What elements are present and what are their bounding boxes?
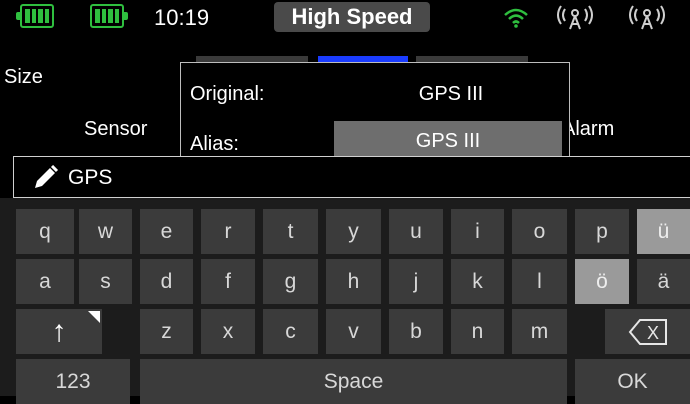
key-k[interactable]: k bbox=[451, 259, 504, 304]
antenna-icon bbox=[557, 5, 593, 30]
key-m[interactable]: m bbox=[512, 309, 567, 354]
key-y[interactable]: y bbox=[326, 209, 381, 254]
input-text: GPS bbox=[68, 166, 113, 189]
key-a-umlaut[interactable]: ä bbox=[637, 259, 690, 304]
backspace-key[interactable]: X bbox=[605, 309, 690, 354]
alias-label: Alias: bbox=[190, 133, 239, 155]
key-a[interactable]: a bbox=[16, 259, 74, 304]
original-label: Original: bbox=[190, 83, 265, 105]
battery-icon bbox=[90, 4, 128, 28]
original-value: GPS III bbox=[418, 83, 484, 105]
key-d[interactable]: d bbox=[140, 259, 193, 304]
wifi-icon bbox=[504, 8, 528, 28]
key-q[interactable]: q bbox=[16, 209, 74, 254]
alias-value: GPS III bbox=[415, 130, 481, 152]
key-z[interactable]: z bbox=[140, 309, 193, 354]
key-v[interactable]: v bbox=[326, 309, 381, 354]
shift-lock-indicator bbox=[88, 311, 100, 323]
key-u[interactable]: u bbox=[389, 209, 443, 254]
svg-text:X: X bbox=[646, 323, 658, 343]
key-o[interactable]: o bbox=[512, 209, 567, 254]
key-f[interactable]: f bbox=[201, 259, 255, 304]
key-r[interactable]: r bbox=[201, 209, 255, 254]
alias-field[interactable]: GPS III bbox=[334, 121, 562, 157]
speed-mode-badge[interactable]: High Speed bbox=[274, 2, 430, 32]
pencil-icon bbox=[35, 165, 59, 188]
size-label: Size bbox=[4, 66, 43, 88]
key-p[interactable]: p bbox=[575, 209, 629, 254]
ok-key[interactable]: OK bbox=[575, 359, 690, 404]
key-w[interactable]: w bbox=[79, 209, 132, 254]
key-o-umlaut[interactable]: ö bbox=[575, 259, 629, 304]
key-u-umlaut[interactable]: ü bbox=[637, 209, 690, 254]
sensor-label: Sensor bbox=[84, 118, 148, 140]
key-c[interactable]: c bbox=[263, 309, 318, 354]
shift-key[interactable]: ↑ bbox=[16, 309, 102, 354]
name-popup: Original: GPS III Alias: GPS III bbox=[180, 62, 570, 157]
clock: 10:19 bbox=[154, 5, 210, 30]
key-b[interactable]: b bbox=[389, 309, 443, 354]
key-t[interactable]: t bbox=[263, 209, 318, 254]
key-n[interactable]: n bbox=[451, 309, 504, 354]
battery-icon bbox=[16, 4, 54, 28]
key-s[interactable]: s bbox=[79, 259, 132, 304]
keyboard: q w e r t y u i o p ü a s d f g h j k l … bbox=[0, 198, 690, 404]
key-g[interactable]: g bbox=[263, 259, 318, 304]
text-input[interactable]: GPS bbox=[13, 156, 690, 198]
key-j[interactable]: j bbox=[389, 259, 443, 304]
key-l[interactable]: l bbox=[512, 259, 567, 304]
backspace-icon: X bbox=[628, 318, 667, 345]
key-i[interactable]: i bbox=[451, 209, 504, 254]
key-x[interactable]: x bbox=[201, 309, 255, 354]
antenna-icon bbox=[629, 5, 665, 30]
key-h[interactable]: h bbox=[326, 259, 381, 304]
numbers-key[interactable]: 123 bbox=[16, 359, 130, 404]
key-e[interactable]: e bbox=[140, 209, 193, 254]
space-key[interactable]: Space bbox=[140, 359, 567, 404]
arrow-up-icon: ↑ bbox=[51, 314, 67, 348]
